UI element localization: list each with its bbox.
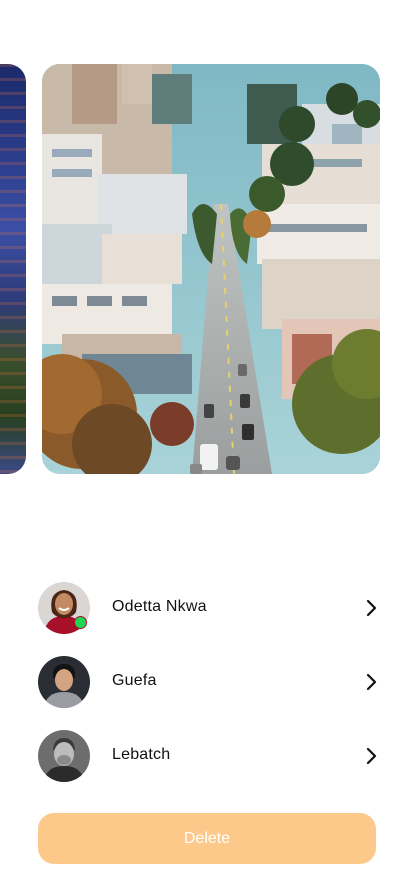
city-tower-photo [0, 64, 26, 474]
contact-name: Odetta Nkwa [112, 598, 207, 615]
online-status-indicator [74, 616, 87, 629]
carousel-card-current[interactable] [42, 64, 380, 474]
contact-row-guefa[interactable]: Guefa [0, 652, 414, 726]
chevron-right-icon[interactable] [364, 599, 380, 617]
photo-carousel[interactable] [0, 0, 414, 480]
contact-list: Odetta Nkwa Guefa Lebatch [0, 578, 414, 800]
delete-button[interactable]: Delete [38, 813, 376, 864]
screen: Odetta Nkwa Guefa Lebatch Delete [0, 0, 414, 896]
avatar [38, 656, 90, 708]
carousel-card-previous[interactable] [0, 64, 26, 474]
avatar [38, 730, 90, 782]
contact-name: Guefa [112, 672, 157, 689]
contact-name: Lebatch [112, 746, 171, 763]
chevron-right-icon[interactable] [364, 673, 380, 691]
city-street-photo [42, 64, 380, 474]
contact-row-odetta-nkwa[interactable]: Odetta Nkwa [0, 578, 414, 652]
chevron-right-icon[interactable] [364, 747, 380, 765]
contact-row-lebatch[interactable]: Lebatch [0, 726, 414, 800]
